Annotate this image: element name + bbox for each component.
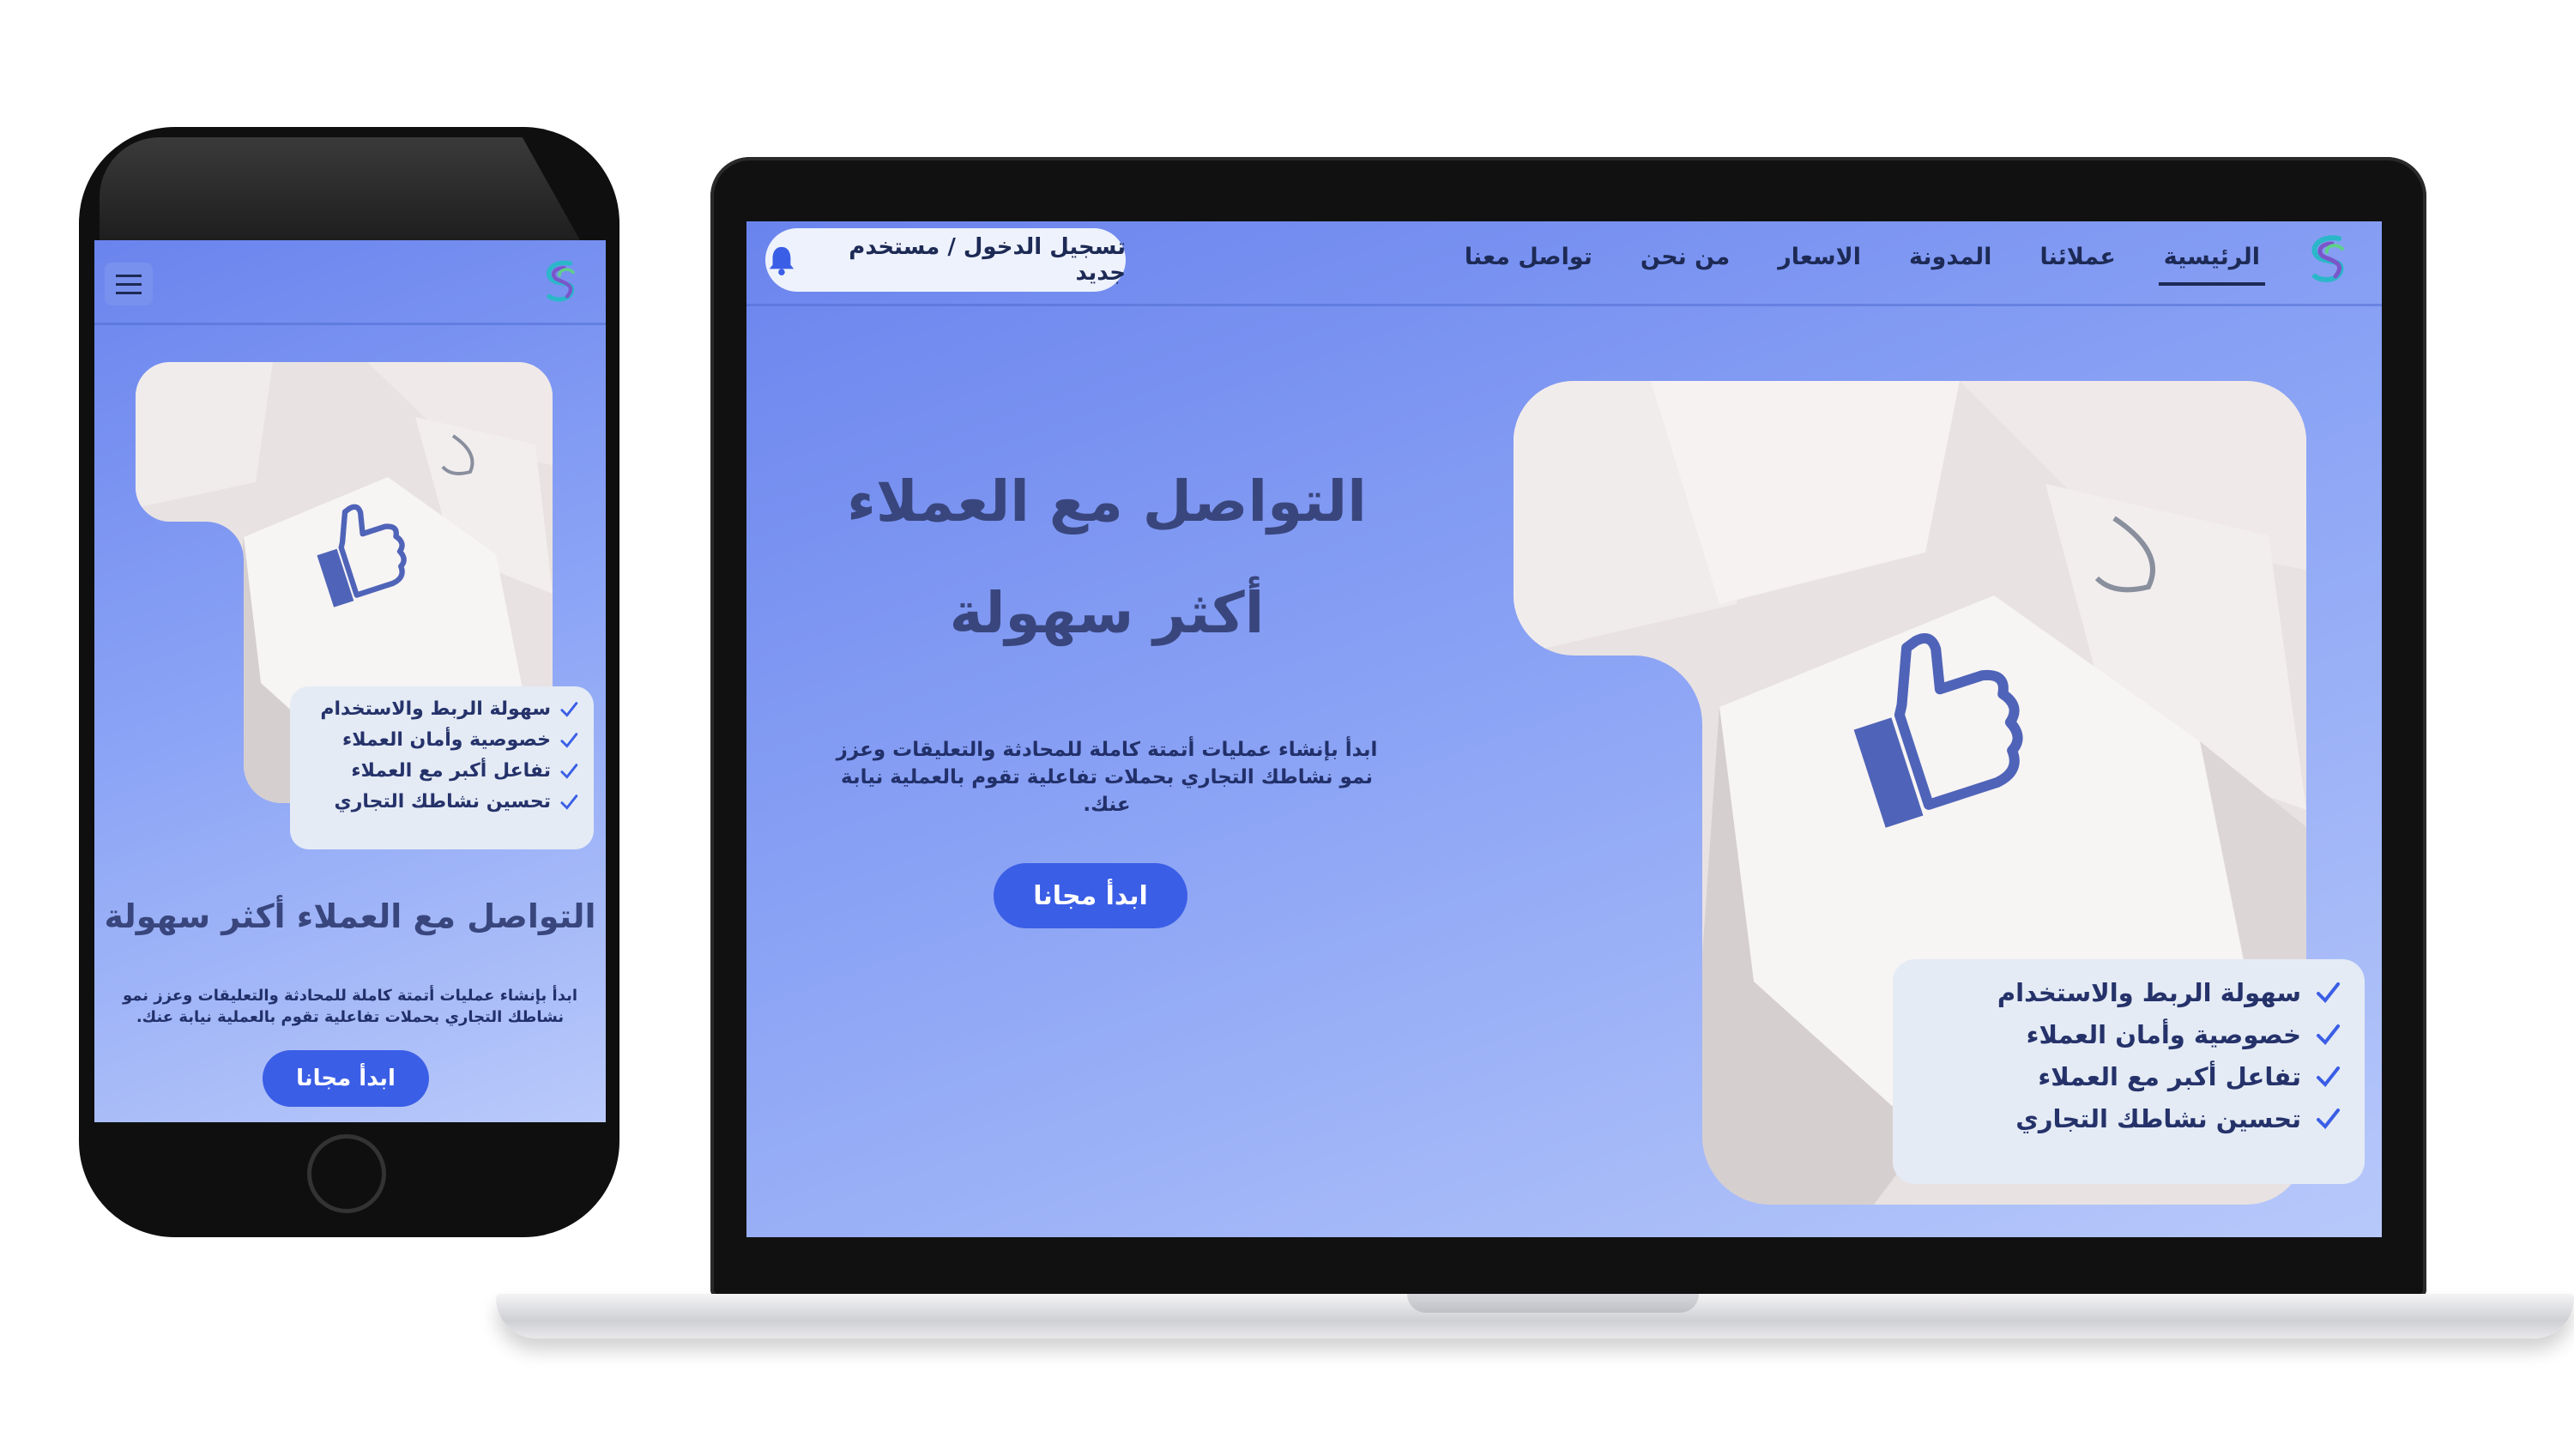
check-icon xyxy=(2317,982,2340,1004)
start-free-button[interactable]: ابدأ مجانا xyxy=(263,1050,429,1107)
feature-text: تفاعل أكبر مع العملاء xyxy=(351,760,551,782)
check-icon xyxy=(560,732,578,748)
desktop-navbar: الرئيسية عملائنا المدونة الاسعار من نحن … xyxy=(746,221,2382,306)
laptop-notch xyxy=(1407,1294,1699,1313)
check-icon xyxy=(560,701,578,717)
check-icon xyxy=(2317,1066,2340,1088)
nav-item-home[interactable]: الرئيسية xyxy=(2158,240,2265,286)
hero-description: ابدأ بإنشاء عمليات أتمتة كاملة للمحادثة … xyxy=(122,987,578,1026)
feature-text: سهولة الربط والاستخدام xyxy=(320,698,551,720)
feature-item: تحسين نشاطك التجاري xyxy=(305,791,578,813)
check-icon xyxy=(560,763,578,779)
feature-item: سهولة الربط والاستخدام xyxy=(1917,978,2341,1007)
start-free-button[interactable]: ابدأ مجانا xyxy=(994,863,1187,928)
desktop-nav-items: الرئيسية عملائنا المدونة الاسعار من نحن … xyxy=(1459,240,2265,286)
feature-item: سهولة الربط والاستخدام xyxy=(305,698,578,720)
phone-home-button[interactable] xyxy=(307,1134,386,1213)
check-icon xyxy=(560,794,578,810)
feature-text: تحسين نشاطك التجاري xyxy=(2015,1104,2301,1133)
nav-item-pricing[interactable]: الاسعار xyxy=(1773,240,1866,286)
nav-item-clients[interactable]: عملائنا xyxy=(2034,240,2120,286)
feature-text: تحسين نشاطك التجاري xyxy=(334,791,551,813)
logo-icon[interactable] xyxy=(2301,232,2356,287)
mobile-navbar xyxy=(94,240,606,325)
feature-text: سهولة الربط والاستخدام xyxy=(1997,978,2301,1007)
mobile-screen: سهولة الربط والاستخدام خصوصية وأمان العم… xyxy=(94,240,606,1122)
feature-text: خصوصية وأمان العملاء xyxy=(2026,1020,2301,1049)
logo-icon[interactable] xyxy=(537,257,585,305)
feature-item: خصوصية وأمان العملاء xyxy=(305,729,578,751)
hero-title: التواصل مع العملاء أكثر سهولة xyxy=(104,897,596,935)
feature-item: تفاعل أكبر مع العملاء xyxy=(1917,1062,2341,1091)
feature-text: خصوصية وأمان العملاء xyxy=(341,729,551,751)
bell-icon xyxy=(769,246,795,276)
features-card: سهولة الربط والاستخدام خصوصية وأمان العم… xyxy=(290,686,594,849)
feature-item: خصوصية وأمان العملاء xyxy=(1917,1020,2341,1049)
login-label: تسجيل الدخول / مستخدم جديد xyxy=(849,234,1126,286)
check-icon xyxy=(2317,1024,2340,1046)
login-button[interactable]: تسجيل الدخول / مستخدم جديد xyxy=(765,228,1126,292)
hero-title: التواصل مع العملاء أكثر سهولة xyxy=(847,468,1367,646)
feature-item: تحسين نشاطك التجاري xyxy=(1917,1104,2341,1133)
desktop-screen: الرئيسية عملائنا المدونة الاسعار من نحن … xyxy=(746,221,2382,1237)
feature-text: تفاعل أكبر مع العملاء xyxy=(2038,1062,2301,1091)
hamburger-menu-icon[interactable] xyxy=(105,263,153,305)
feature-item: تفاعل أكبر مع العملاء xyxy=(305,760,578,782)
nav-item-about[interactable]: من نحن xyxy=(1635,240,1735,286)
check-icon xyxy=(2317,1109,2340,1130)
hero-description: ابدأ بإنشاء عمليات أتمتة كاملة للمحادثة … xyxy=(836,739,1378,816)
nav-item-blog[interactable]: المدونة xyxy=(1904,240,1997,286)
features-card: سهولة الربط والاستخدام خصوصية وأمان العم… xyxy=(1893,959,2365,1184)
nav-item-contact[interactable]: تواصل معنا xyxy=(1459,240,1598,286)
phone-bezel-glare xyxy=(100,137,580,240)
